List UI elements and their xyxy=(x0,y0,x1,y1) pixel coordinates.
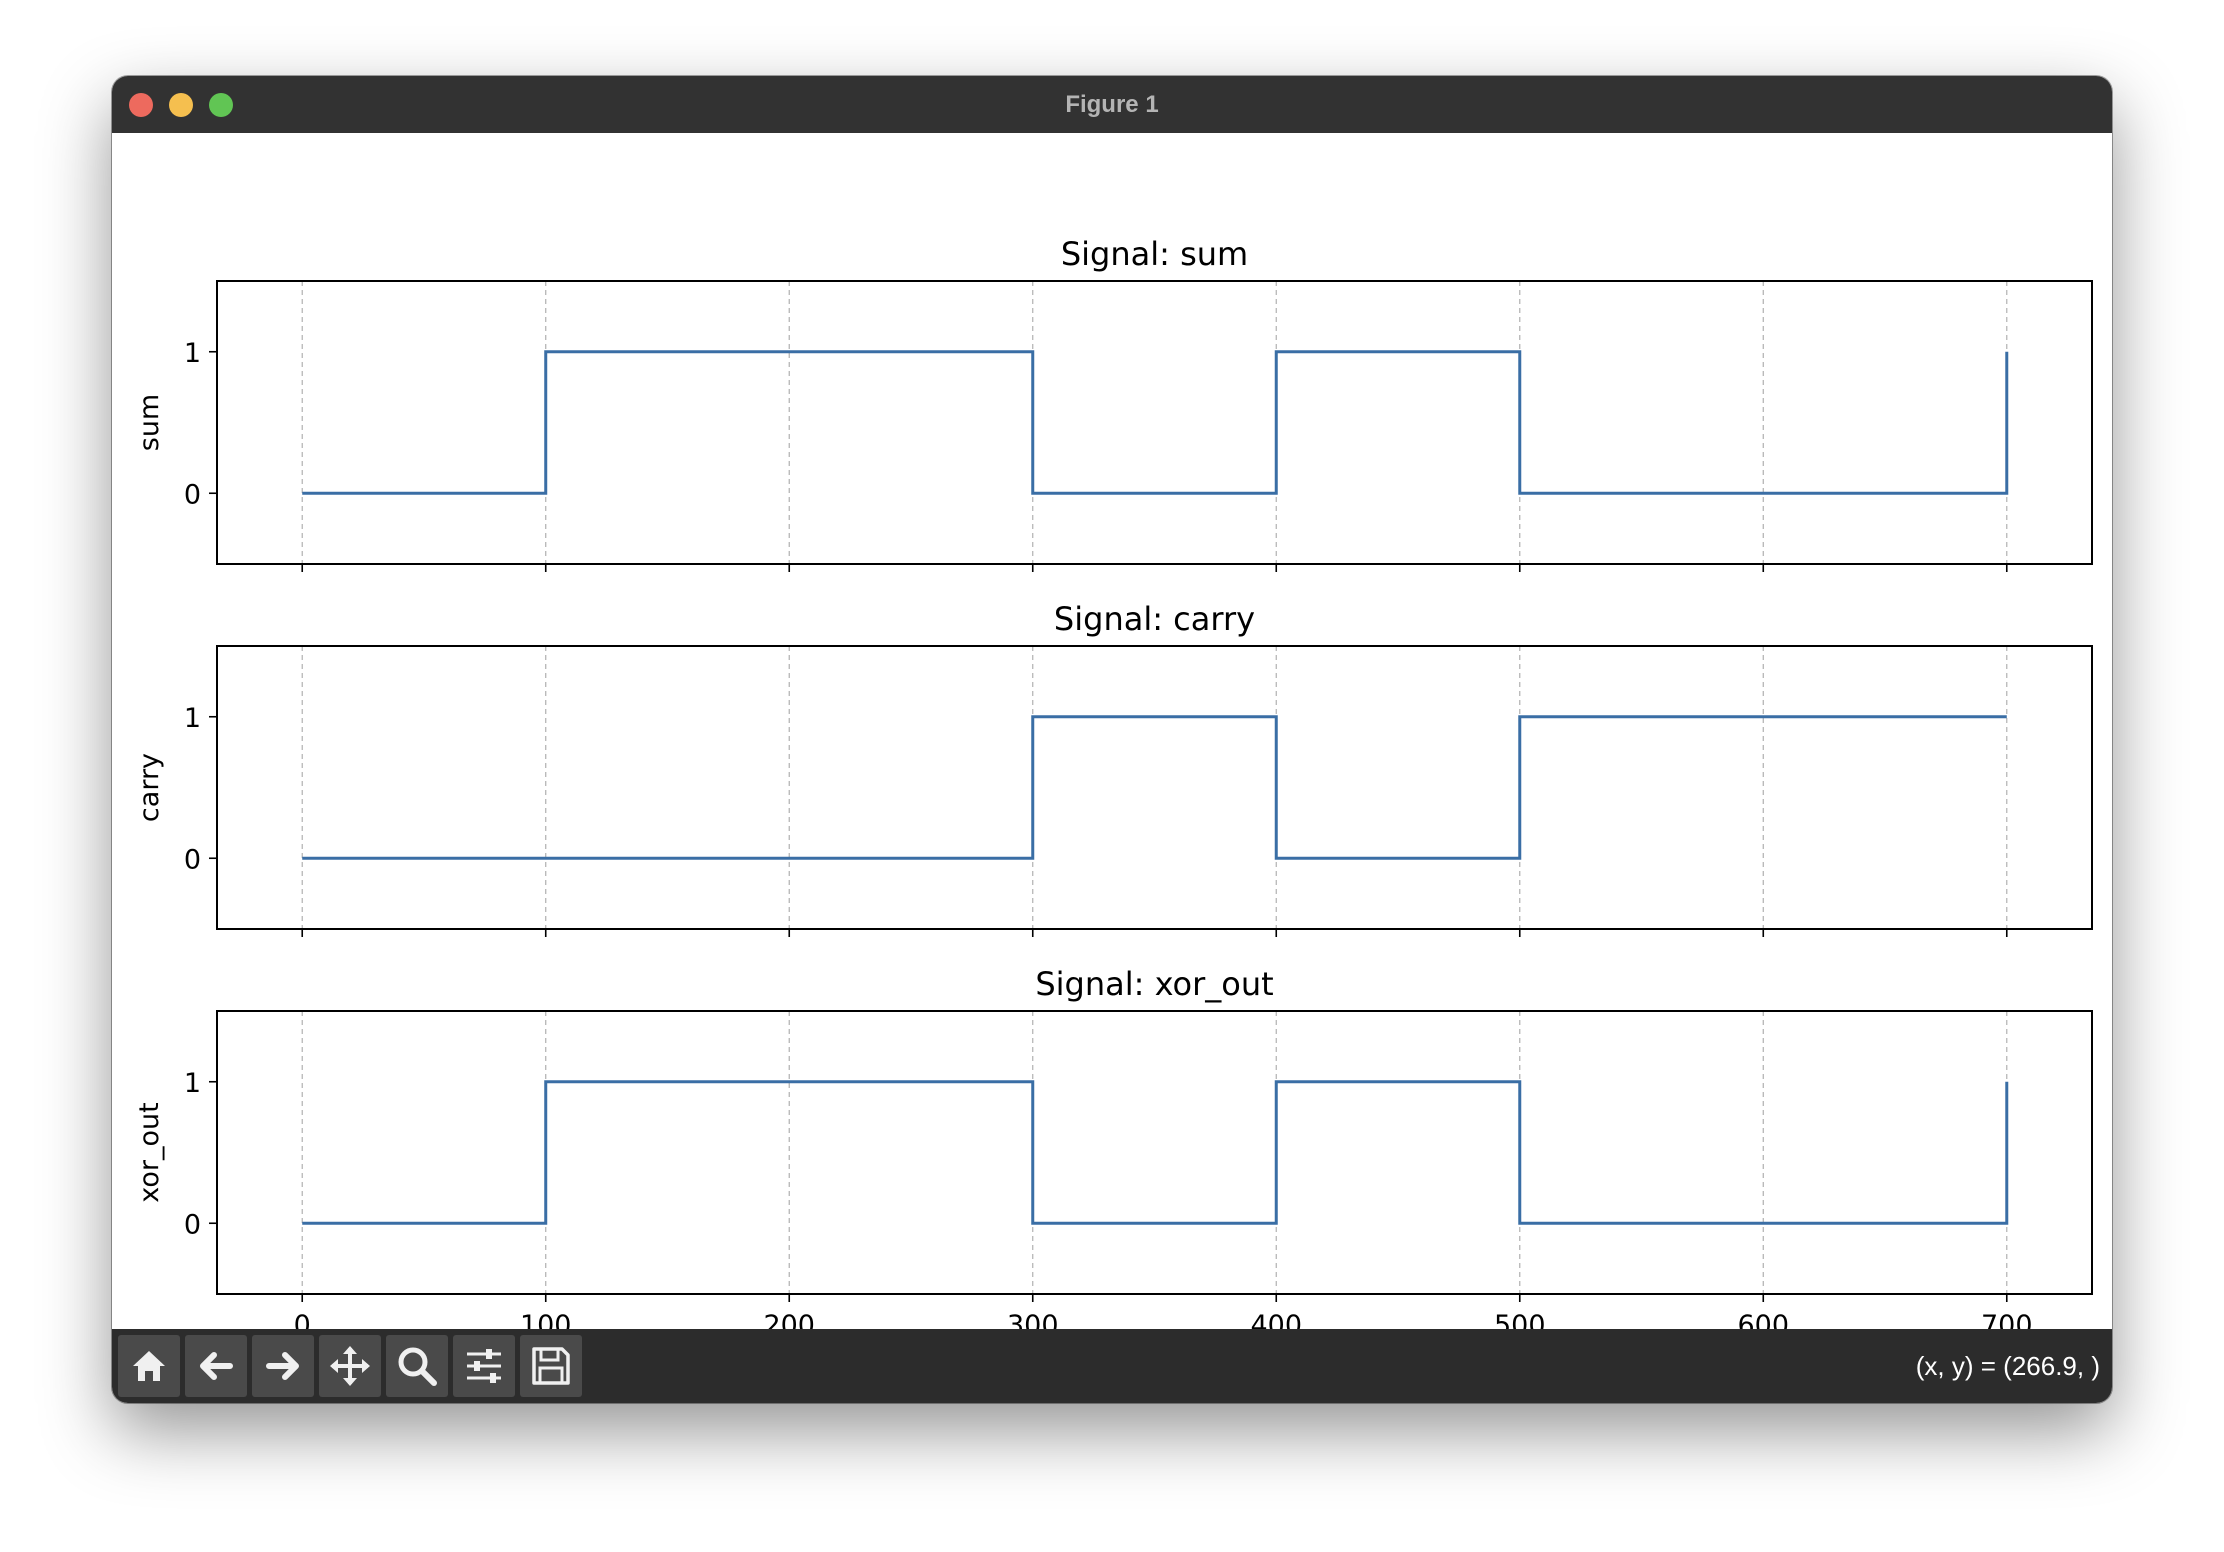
subplot-3: 0 100 200 300 400 500 600 700 0 1 Signal: xor_outx… xyxy=(134,965,2093,1329)
x-tick-label: 300 xyxy=(1007,1310,1059,1329)
figure-canvas[interactable]: 0 1 Signal: sum sum 0 1 Signal: carry carry 0 100… xyxy=(112,133,2112,1329)
subplot-title: Signal: xor_out xyxy=(1035,965,1273,1003)
y-axis-label: carry xyxy=(134,753,165,822)
y-tick-label: 0 xyxy=(184,844,201,875)
x-tick-label: 600 xyxy=(1737,1310,1789,1329)
axes-frame xyxy=(216,645,2093,930)
home-button[interactable] xyxy=(118,1335,180,1397)
signal-line xyxy=(302,1080,2009,1225)
y-tick-label: 1 xyxy=(184,338,201,369)
x-tick-label: 200 xyxy=(763,1310,815,1329)
figure-window: Figure 1 0 1 Signal: sum sum 0 1 Signal: carry… xyxy=(112,76,2112,1403)
forward-button[interactable] xyxy=(252,1335,314,1397)
subplot-title: Signal: sum xyxy=(1061,235,1248,273)
back-button[interactable] xyxy=(185,1335,247,1397)
signal-line xyxy=(302,350,2009,495)
axes-frame xyxy=(216,1010,2093,1295)
subplot-1: 0 1 Signal: sum sum xyxy=(134,235,2093,572)
y-axis-label: sum xyxy=(134,394,165,451)
cursor-coordinates: (x, y) = (266.9, ) xyxy=(1915,1351,2100,1381)
home-icon xyxy=(133,1351,165,1381)
y-tick-label: 1 xyxy=(184,703,201,734)
arrow-left-icon xyxy=(200,1352,233,1380)
pan-button[interactable] xyxy=(319,1335,381,1397)
y-tick-label: 0 xyxy=(184,1209,201,1240)
x-tick-label: 700 xyxy=(1981,1310,2033,1329)
arrow-right-icon xyxy=(266,1352,299,1380)
configure-subplots-button[interactable] xyxy=(453,1335,515,1397)
y-axis-label: xor_out xyxy=(134,1102,165,1203)
move-icon xyxy=(330,1346,370,1386)
save-button[interactable] xyxy=(520,1335,582,1397)
x-tick-label: 400 xyxy=(1250,1310,1302,1329)
x-tick-label: 100 xyxy=(520,1310,572,1329)
y-tick-label: 0 xyxy=(184,479,201,510)
zoom-button[interactable] xyxy=(386,1335,448,1397)
x-tick-label: 500 xyxy=(1494,1310,1546,1329)
magnifier-icon xyxy=(398,1347,437,1386)
window-title: Figure 1 xyxy=(1065,91,1159,118)
figure-svg: 01Signal: sumsum01Signal: carrycarry0 100… xyxy=(134,235,2093,1329)
axes-frame xyxy=(216,280,2093,565)
floppy-disk-icon xyxy=(532,1347,570,1385)
subplot-title: Signal: carry xyxy=(1054,600,1255,638)
x-tick-label: 0 xyxy=(294,1310,311,1329)
signal-line xyxy=(302,715,2007,860)
y-tick-label: 1 xyxy=(184,1068,201,1099)
sliders-icon xyxy=(467,1349,501,1383)
subplot-2: 0 1 Signal: carry carry xyxy=(134,600,2093,937)
navigation-toolbar: (x, y) = (266.9, ) xyxy=(112,1329,2112,1403)
title-bar: Figure 1 xyxy=(112,76,2112,133)
